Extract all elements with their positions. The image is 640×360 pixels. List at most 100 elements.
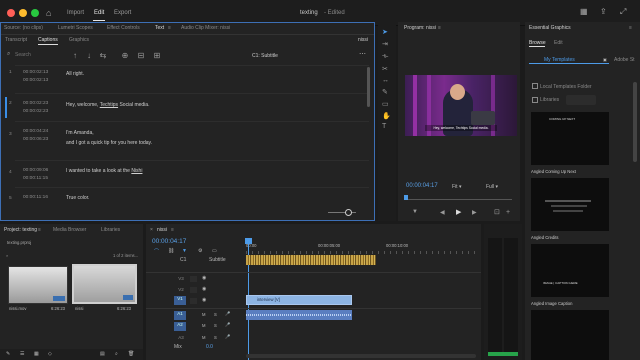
list-view-icon[interactable]: ☰	[20, 351, 24, 357]
captions-icon[interactable]: ▭	[212, 248, 217, 254]
step-back-icon[interactable]: ◀	[440, 209, 445, 216]
mic-icon[interactable]: 🎤	[225, 334, 230, 340]
caption-row[interactable]: 00:00:04:24 00:00:06:23	[23, 128, 48, 144]
selection-tool-icon[interactable]: ➤	[382, 28, 388, 36]
caption-text[interactable]: I'm Amanda, and I got a quick tip for yo…	[66, 128, 152, 148]
caption-row[interactable]: 00:00:02:13 00:00:02:13	[23, 69, 48, 85]
program-timecode[interactable]: 00:00:04:17	[406, 183, 438, 189]
solo-button[interactable]: S	[214, 312, 217, 317]
toggle-sync-lock[interactable]	[190, 298, 197, 304]
panel-menu-icon[interactable]: ≡	[629, 25, 632, 31]
razor-tool-icon[interactable]: ✂	[382, 65, 388, 73]
media-thumbnail[interactable]	[72, 264, 137, 304]
playhead-bar[interactable]	[406, 199, 512, 200]
scrollbar[interactable]	[367, 67, 370, 107]
home-icon[interactable]: ⌂	[46, 8, 51, 18]
panel-menu-icon[interactable]: ≡	[438, 25, 441, 31]
playhead-marker[interactable]	[404, 195, 408, 200]
mic-icon[interactable]: 🎤	[225, 322, 230, 328]
menu-import[interactable]: Import	[67, 10, 84, 16]
mute-button[interactable]: M	[202, 335, 206, 340]
eye-icon[interactable]: ◉	[202, 297, 206, 303]
search-icon[interactable]: ⌕	[6, 253, 8, 258]
zoom-slider-handle[interactable]	[345, 209, 352, 216]
video-frame[interactable]: Hey, welcome, Techtips Social media.	[405, 75, 517, 136]
timeline-timecode[interactable]: 00:00:04:17	[152, 238, 186, 245]
tab-lumetri-scopes[interactable]: Lumetri Scopes	[58, 25, 93, 31]
linked-selection-icon[interactable]: ⛓	[168, 248, 174, 254]
template-thumbnail[interactable]	[531, 310, 609, 360]
template-thumbnail[interactable]	[531, 178, 609, 231]
caption-row[interactable]: 00:00:09:06 00:00:11:15	[23, 167, 48, 183]
subtab-captions[interactable]: Captions	[38, 37, 58, 43]
libraries-checkbox[interactable]	[532, 97, 538, 103]
track-label-a1[interactable]: A1	[174, 311, 186, 320]
solo-button[interactable]: S	[214, 335, 217, 340]
track-select-tool-icon[interactable]: ⇥	[382, 40, 388, 48]
icon-view-icon[interactable]: ▦	[34, 351, 39, 357]
adobe-stock-tab[interactable]: Adobe St	[614, 57, 635, 63]
more-options-icon[interactable]: ⋯	[359, 50, 366, 58]
window-maximize-button[interactable]	[31, 9, 39, 17]
rectangle-tool-icon[interactable]: ▭	[382, 100, 389, 108]
quick-export-icon[interactable]: ⇪	[600, 7, 607, 16]
mix-value[interactable]: 0.0	[206, 344, 213, 350]
panel-menu-icon[interactable]: ≡	[171, 227, 174, 233]
tab-libraries[interactable]: Libraries	[101, 227, 120, 233]
close-icon[interactable]: ×	[150, 227, 153, 233]
ruler-ticks[interactable]	[246, 251, 476, 254]
toggle-sync-lock[interactable]	[190, 287, 197, 293]
split-caption-icon[interactable]: ⊟	[135, 49, 147, 61]
hand-tool-icon[interactable]: ✋	[382, 112, 391, 120]
tab-edit[interactable]: Edit	[554, 40, 563, 46]
video-clip[interactable]: interview [V]	[246, 295, 352, 305]
mic-icon[interactable]: 🎤	[225, 311, 230, 317]
my-templates-tab[interactable]: My Templates	[529, 54, 609, 64]
add-caption-icon[interactable]: ⊕	[119, 49, 131, 61]
toggle-sync-lock[interactable]	[190, 276, 197, 282]
snap-icon[interactable]: ⌒	[154, 248, 159, 255]
previous-caption-icon[interactable]: ↑	[69, 49, 81, 61]
caption-text[interactable]: Hey, welcome, Techtips Social media.	[66, 100, 149, 110]
subtab-graphics[interactable]: Graphics	[69, 37, 89, 43]
search-input[interactable]	[15, 50, 55, 59]
caption-track-label[interactable]: C1: Subtitle	[252, 53, 278, 59]
timeline-zoom-scrollbar[interactable]	[246, 354, 476, 358]
playhead-marker[interactable]	[245, 238, 252, 244]
caption-clips[interactable]	[246, 255, 376, 265]
eye-icon[interactable]: ◉	[202, 275, 206, 281]
panel-menu-icon[interactable]: ≡	[38, 227, 41, 233]
fullscreen-icon[interactable]: ⤢	[620, 7, 626, 17]
type-tool-icon[interactable]: T	[382, 123, 386, 130]
write-protect-icon[interactable]: ✎	[6, 351, 10, 357]
add-marker-icon[interactable]: ▼	[412, 209, 418, 215]
merge-caption-icon[interactable]: ⊞	[151, 49, 163, 61]
caption-text[interactable]: All right.	[66, 69, 84, 79]
audio-clip[interactable]	[246, 310, 352, 320]
window-minimize-button[interactable]	[19, 9, 27, 17]
tab-source[interactable]: Source: (no clips)	[4, 25, 43, 31]
window-close-button[interactable]	[7, 9, 15, 17]
local-templates-checkbox[interactable]	[532, 83, 538, 89]
settings-icon[interactable]: ⚙	[198, 248, 202, 254]
caption-row[interactable]: 00:00:02:23 00:00:02:23	[23, 100, 48, 116]
media-thumbnail[interactable]	[8, 266, 68, 304]
tab-text[interactable]: Text	[155, 25, 164, 31]
panel-menu-icon[interactable]: ≡	[168, 25, 171, 31]
scrollbar[interactable]	[633, 82, 637, 162]
tab-audio-clip-mixer[interactable]: Audio Clip Mixer: nissi	[181, 25, 230, 31]
subtab-transcript[interactable]: Transcript	[5, 37, 27, 43]
tab-effect-controls[interactable]: Effect Controls	[107, 25, 140, 31]
mute-button[interactable]: M	[202, 312, 206, 317]
quality-dropdown[interactable]: Full ▾	[486, 184, 498, 190]
ripple-edit-tool-icon[interactable]: ⟛	[382, 53, 388, 61]
slip-tool-icon[interactable]: ↔	[382, 77, 389, 84]
tab-media-browser[interactable]: Media Browser	[53, 227, 86, 233]
track-label-v1[interactable]: V1	[174, 296, 186, 305]
fit-dropdown[interactable]: Fit ▾	[452, 184, 461, 190]
replace-icon[interactable]: ⇆	[97, 49, 109, 61]
menu-export[interactable]: Export	[114, 10, 131, 16]
new-bin-icon[interactable]: ▤	[100, 351, 105, 357]
template-thumbnail[interactable]: IMAGE | CAPTION HERE	[531, 244, 609, 297]
track-label-a2[interactable]: A2	[174, 322, 186, 331]
